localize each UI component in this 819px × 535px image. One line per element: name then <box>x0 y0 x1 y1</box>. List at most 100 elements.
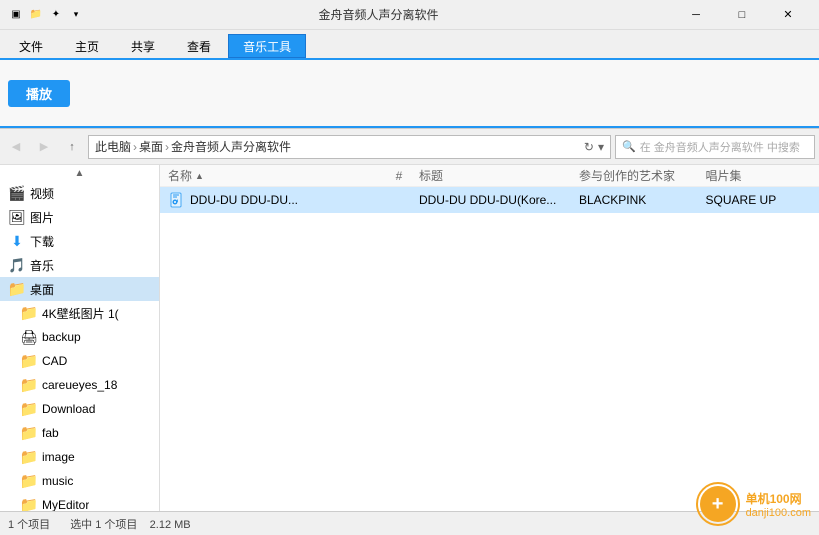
tab-file[interactable]: 文件 <box>4 34 58 58</box>
folder-fab-icon: 📁 <box>20 424 38 442</box>
header-title[interactable]: 标题 <box>419 167 579 184</box>
path-dropdown-icon[interactable]: ▾ <box>598 140 604 154</box>
tab-music-tools[interactable]: 音乐工具 <box>228 34 306 58</box>
sidebar-label-cad: CAD <box>42 354 67 368</box>
status-bar: 1 个项目 选中 1 个项目 2.12 MB + 单机100网 danji100… <box>0 511 819 535</box>
sidebar-item-video[interactable]: 🎬 视频 <box>0 181 159 205</box>
sidebar-item-music-folder[interactable]: 📁 music <box>0 469 159 493</box>
path-sep-2: › <box>165 140 169 154</box>
sidebar-label-image: image <box>42 450 75 464</box>
watermark-site: danji100.com <box>746 507 811 519</box>
sidebar-item-myeditor[interactable]: 📁 MyEditor <box>0 493 159 511</box>
search-placeholder: 在 金舟音频人声分离软件 中搜索 <box>640 139 800 155</box>
status-total: 1 个项目 <box>8 516 50 532</box>
sidebar-item-music[interactable]: 🎵 音乐 <box>0 253 159 277</box>
file-name-cell: DDU-DU DDU-DU... <box>168 191 379 209</box>
tab-home[interactable]: 主页 <box>60 34 114 58</box>
sidebar-item-pictures[interactable]: 🖼 图片 <box>0 205 159 229</box>
sidebar-label-downloads: 下载 <box>30 233 54 250</box>
ribbon-tabs: 文件 主页 共享 查看 音乐工具 <box>0 30 819 58</box>
ribbon-content: 播放 <box>0 58 819 128</box>
minimize-button[interactable]: ─ <box>673 0 719 30</box>
sidebar-label-pictures: 图片 <box>30 209 54 226</box>
sidebar-label-myeditor: MyEditor <box>42 498 89 511</box>
app-icon-1: ▣ <box>8 7 24 23</box>
address-bar: ◀ ▶ ↑ 此电脑 › 桌面 › 金舟音频人声分离软件 ↻ ▾ 🔍 在 金舟音频… <box>0 129 819 165</box>
maximize-button[interactable]: □ <box>719 0 765 30</box>
watermark: + 单机100网 danji100.com <box>696 482 811 526</box>
folder-download-icon: 📁 <box>20 400 38 418</box>
sidebar-item-desktop[interactable]: 📁 桌面 <box>0 277 159 301</box>
close-button[interactable]: ✕ <box>765 0 811 30</box>
path-sep-1: › <box>133 140 137 154</box>
tab-share[interactable]: 共享 <box>116 34 170 58</box>
address-path[interactable]: 此电脑 › 桌面 › 金舟音频人声分离软件 ↻ ▾ <box>88 135 611 159</box>
title-bar-icons: ▣ 📁 ✦ ▾ <box>8 7 84 23</box>
address-folder: 金舟音频人声分离软件 <box>171 138 291 155</box>
address-desktop: 桌面 <box>139 138 163 155</box>
file-title-cell: DDU-DU DDU-DU(Kore... <box>419 193 579 207</box>
title-bar: ▣ 📁 ✦ ▾ 金舟音频人声分离软件 ─ □ ✕ <box>0 0 819 30</box>
path-refresh-icon[interactable]: ↻ <box>584 140 594 154</box>
folder-careueyes-icon: 📁 <box>20 376 38 394</box>
ribbon: 文件 主页 共享 查看 音乐工具 播放 <box>0 30 819 129</box>
folder-cad-icon: 📁 <box>20 352 38 370</box>
sidebar-label-fab: fab <box>42 426 59 440</box>
forward-button[interactable]: ▶ <box>32 135 56 159</box>
header-album[interactable]: 唱片集 <box>706 167 811 184</box>
sort-arrow: ▲ <box>195 171 204 181</box>
status-selected: 选中 1 个项目 2.12 MB <box>70 516 190 532</box>
desktop-icon: 📁 <box>8 280 26 298</box>
file-album-cell: SQUARE UP <box>706 193 811 207</box>
app-icon-2: 📁 <box>28 7 44 23</box>
watermark-label: 单机100网 <box>746 490 802 507</box>
music-file-icon <box>168 191 186 209</box>
content-area: 名称 ▲ # 标题 参与创作的艺术家 唱片集 <box>160 165 819 511</box>
sidebar-label-wallpaper: 4K壁纸图片 1( <box>42 305 119 322</box>
search-box[interactable]: 🔍 在 金舟音频人声分离软件 中搜索 <box>615 135 815 159</box>
sidebar-label-backup: backup <box>42 330 81 344</box>
folder-music-icon: 📁 <box>20 472 38 490</box>
main-area: ▲ 🎬 视频 🖼 图片 ⬇ 下载 🎵 音乐 📁 桌面 📁 4K壁纸图片 1( 🖨 <box>0 165 819 511</box>
sidebar-item-download[interactable]: 📁 Download <box>0 397 159 421</box>
downloads-icon: ⬇ <box>8 232 26 250</box>
address-computer: 此电脑 <box>95 138 131 155</box>
sidebar-item-cad[interactable]: 📁 CAD <box>0 349 159 373</box>
music-icon: 🎵 <box>8 256 26 274</box>
window-title: 金舟音频人声分离软件 <box>84 6 673 23</box>
video-icon: 🎬 <box>8 184 26 202</box>
header-num: # <box>379 169 419 183</box>
sidebar-label-music: 音乐 <box>30 257 54 274</box>
folder-myeditor-icon: 📁 <box>20 496 38 511</box>
folder-backup-icon: 🖨 <box>20 328 38 346</box>
file-artist-cell: BLACKPINK <box>579 193 706 207</box>
sidebar-item-fab[interactable]: 📁 fab <box>0 421 159 445</box>
sidebar-label-video: 视频 <box>30 185 54 202</box>
folder-image-icon: 📁 <box>20 448 38 466</box>
play-button[interactable]: 播放 <box>8 80 70 107</box>
pin-icon: ▾ <box>68 7 84 23</box>
sidebar-item-wallpaper[interactable]: 📁 4K壁纸图片 1( <box>0 301 159 325</box>
sidebar-item-downloads[interactable]: ⬇ 下载 <box>0 229 159 253</box>
file-list-header: 名称 ▲ # 标题 参与创作的艺术家 唱片集 <box>160 165 819 187</box>
folder-wallpaper-icon: 📁 <box>20 304 38 322</box>
sidebar-label-careueyes: careueyes_18 <box>42 378 117 392</box>
header-artist[interactable]: 参与创作的艺术家 <box>579 167 706 184</box>
tab-view[interactable]: 查看 <box>172 34 226 58</box>
search-icon: 🔍 <box>622 140 636 153</box>
quick-access-icon: ✦ <box>48 7 64 23</box>
sidebar-item-backup[interactable]: 🖨 backup <box>0 325 159 349</box>
up-button[interactable]: ↑ <box>60 135 84 159</box>
sidebar-item-image[interactable]: 📁 image <box>0 445 159 469</box>
header-name[interactable]: 名称 ▲ <box>168 167 379 184</box>
window-controls: ─ □ ✕ <box>673 0 811 30</box>
file-row[interactable]: DDU-DU DDU-DU... DDU-DU DDU-DU(Kore... B… <box>160 187 819 213</box>
back-button[interactable]: ◀ <box>4 135 28 159</box>
sidebar-label-download: Download <box>42 402 95 416</box>
sidebar-label-music-folder: music <box>42 474 73 488</box>
sidebar-scroll-up[interactable]: ▲ <box>0 165 159 181</box>
sidebar-item-careueyes[interactable]: 📁 careueyes_18 <box>0 373 159 397</box>
pictures-icon: 🖼 <box>8 208 26 226</box>
sidebar-label-desktop: 桌面 <box>30 281 54 298</box>
sidebar: ▲ 🎬 视频 🖼 图片 ⬇ 下载 🎵 音乐 📁 桌面 📁 4K壁纸图片 1( 🖨 <box>0 165 160 511</box>
